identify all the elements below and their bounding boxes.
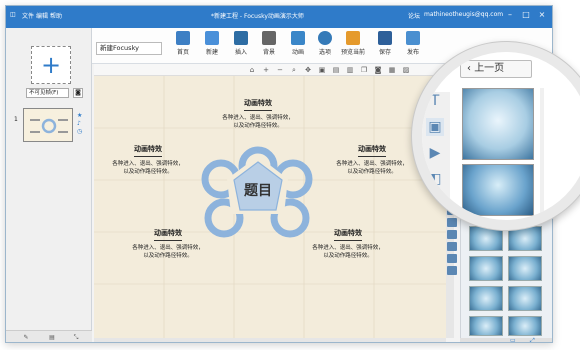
shape-tool-icon[interactable]: ◧ [426,170,444,188]
camera-button[interactable]: ◙ [73,88,83,98]
home-view-icon[interactable]: ⌂ [248,66,256,74]
template-tool-icon[interactable]: ▣ [426,118,444,136]
text-block-upper-left[interactable]: 动画特效 各种进入、退出、强调特效， 以及动作路径特效。 [100,144,196,176]
layer-down-icon[interactable]: ▥ [346,66,354,74]
settings-icon[interactable]: ▦ [388,66,396,74]
resize-icon[interactable]: ⤡ [72,334,80,342]
center-title[interactable]: 题目 [238,180,278,200]
magnified-sidebar: T ▣ ▶ ◧ [422,92,450,220]
new-button[interactable]: 新建 [199,31,225,56]
window-title: *新建工程 - Focusky动画演示大师 [211,13,304,20]
publish-icon [406,31,420,45]
layer-up-icon[interactable]: ▤ [332,66,340,74]
background-button[interactable]: 背景 [256,31,282,56]
template-thumb[interactable] [508,226,542,251]
copy-icon[interactable]: ❐ [360,66,368,74]
move-icon[interactable]: ✥ [304,66,312,74]
add-slide-button[interactable] [31,46,71,84]
slide-number: 1 [14,116,18,123]
forum-link[interactable]: 论坛 [408,11,420,20]
user-account[interactable]: mathineotheugis@qq.com [424,11,503,18]
home-button[interactable]: 首页 [170,31,196,56]
insert-button[interactable]: 插入 [228,31,254,56]
pages-icon[interactable]: ▤ [48,334,56,342]
magnifier-callout: ‹ 上一页 T ▣ ▶ ◧ [422,52,580,220]
animation-icon [291,31,305,45]
layers-icon[interactable] [447,254,457,263]
magnified-template-1[interactable] [462,88,534,160]
slide-panel: 不可见帧(F) ◙ 1 ★ ♪ ◷ ✎ ▤ ⤡ [6,28,92,342]
paint-bucket-icon [262,31,276,45]
maximize-icon[interactable]: □ [519,9,533,21]
search-icon[interactable]: ⌕ [290,66,298,74]
menu-edit[interactable]: 编辑 [36,11,48,20]
camera-icon[interactable]: ◙ [374,66,382,74]
text-tool-icon[interactable]: T [426,92,444,110]
new-file-icon [205,31,219,45]
fullscreen-icon[interactable]: ⤢ [530,337,535,342]
options-button[interactable]: 选项 [312,31,338,56]
slide-thumbnail[interactable] [23,108,73,142]
left-bottom-bar: ✎ ▤ ⤡ [6,330,92,342]
save-button[interactable]: 保存 [372,31,398,56]
transition-select[interactable]: 不可见帧(F) [26,88,69,98]
home-icon [176,31,190,45]
publish-button[interactable]: 发布 [400,31,426,56]
horizontal-scrollbar[interactable] [94,338,446,342]
document-name-field[interactable]: 新建Focusky [96,42,162,55]
preview-current-button[interactable]: 预览当前 [340,31,366,56]
editing-canvas[interactable]: 题目 动画特效 各种进入、退出、强调特效， 以及动作路径特效。 动画特效 各种进… [94,76,446,338]
chart-icon[interactable] [447,266,457,275]
status-bar: ▭ ⤢ [460,337,552,342]
template-thumb[interactable] [508,316,542,336]
minimize-icon[interactable]: – [503,9,517,21]
template-thumb[interactable] [469,226,503,251]
animation-button[interactable]: 动画 [285,31,311,56]
audio-icon[interactable]: ♪ [77,120,81,127]
template-thumb[interactable] [508,256,542,281]
previous-page-button[interactable]: ‹ 上一页 [460,60,532,78]
star-icon[interactable]: ★ [77,112,82,119]
text-block-upper-right[interactable]: 动画特效 各种进入、退出、强调特效， 以及动作路径特效。 [324,144,420,176]
text-block-lower-left[interactable]: 动画特效 各种进入、退出、强调特效， 以及动作路径特效。 [120,228,216,260]
thumbnail-tools: ★ ♪ ◷ [77,112,82,136]
grid-icon[interactable] [447,230,457,239]
menu-help[interactable]: 帮助 [50,11,62,20]
title-bar: ◫ 文件 编辑 帮助 *新建工程 - Focusky动画演示大师 论坛 math… [6,6,552,28]
magnified-scroll-edge [540,88,544,216]
edit-icon[interactable]: ✎ [22,334,30,342]
save-icon [378,31,392,45]
zoom-out-icon[interactable]: − [276,66,284,74]
text-block-top[interactable]: 动画特效 各种进入、退出、强调特效， 以及动作路径特效。 [210,98,306,130]
delete-icon[interactable]: ▨ [402,66,410,74]
insert-icon [234,31,248,45]
zoom-in-icon[interactable]: + [262,66,270,74]
template-thumb[interactable] [469,256,503,281]
close-icon[interactable]: × [535,9,549,21]
text-block-lower-right[interactable]: 动画特效 各种进入、退出、强调特效， 以及动作路径特效。 [300,228,396,260]
lock-icon[interactable]: ▣ [318,66,326,74]
list-icon[interactable] [447,242,457,251]
timer-icon[interactable]: ◷ [77,128,82,135]
template-thumb[interactable] [469,316,503,336]
magnified-template-2[interactable] [462,164,534,216]
video-tool-icon[interactable]: ▶ [426,144,444,162]
app-logo-icon: ◫ [10,11,16,18]
template-thumb[interactable] [508,286,542,311]
menu-file[interactable]: 文件 [22,11,34,20]
monitor-icon[interactable]: ▭ [510,337,516,342]
template-thumb[interactable] [469,286,503,311]
chevron-left-icon: ‹ [467,63,471,74]
gear-icon [318,31,332,45]
preview-icon [346,31,360,45]
